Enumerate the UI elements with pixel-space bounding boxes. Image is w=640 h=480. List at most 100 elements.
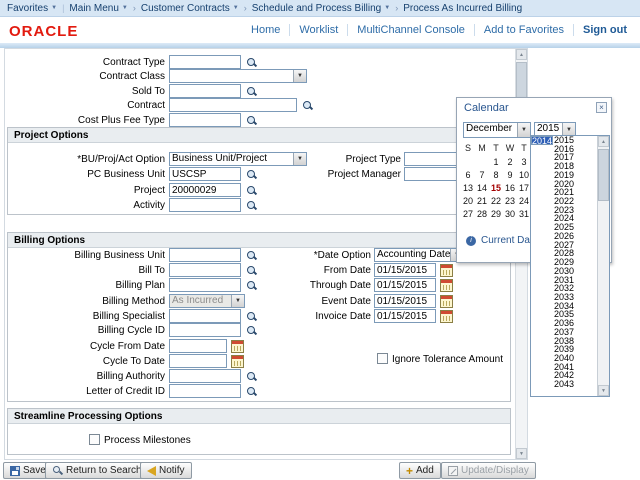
calendar-day-cell[interactable]: 13: [461, 182, 475, 195]
row-project: Project: [5, 183, 515, 198]
year-option[interactable]: 2014: [531, 136, 553, 145]
calendar-day-cell[interactable]: 16: [503, 182, 517, 195]
calendar-day-cell[interactable]: 3: [517, 156, 531, 169]
calendar-day-cell[interactable]: 9: [503, 169, 517, 182]
calendar-day-cell[interactable]: 21: [475, 195, 489, 208]
scrollbar-thumb[interactable]: [598, 149, 609, 201]
calendar-day-cell[interactable]: 30: [503, 208, 517, 221]
contract-class-select[interactable]: ▼: [169, 69, 307, 83]
add-icon: +: [406, 466, 413, 476]
link-multichannel-console[interactable]: MultiChannel Console: [347, 24, 474, 36]
project-lookup-icon[interactable]: [245, 184, 258, 197]
link-worklist[interactable]: Worklist: [289, 24, 347, 36]
cost-plus-fee-type-lookup-icon[interactable]: [245, 114, 258, 127]
cost-plus-fee-type-input[interactable]: [169, 113, 241, 127]
date-option-select[interactable]: Accounting Date ▼: [374, 248, 464, 262]
row-pc-business-unit: PC Business Unit Project Manager: [5, 167, 515, 182]
cycle-to-date-input[interactable]: [169, 354, 227, 368]
close-icon[interactable]: ×: [596, 102, 607, 113]
cycle-from-date-input[interactable]: [169, 339, 227, 353]
through-date-calendar-icon[interactable]: [440, 279, 453, 292]
billing-authority-input[interactable]: [169, 369, 241, 383]
save-icon: [10, 466, 20, 476]
billing-authority-lookup-icon[interactable]: [245, 370, 258, 383]
billing-cycle-id-input[interactable]: [169, 323, 241, 337]
invoice-date-calendar-icon[interactable]: [440, 310, 453, 323]
calendar-day-cell[interactable]: 7: [475, 169, 489, 182]
calendar-day-cell[interactable]: 8: [489, 169, 503, 182]
calendar-day-cell[interactable]: 22: [489, 195, 503, 208]
calendar-title: Calendar: [464, 102, 509, 114]
activity-input[interactable]: [169, 198, 241, 212]
row-process-milestones: Process Milestones: [5, 433, 515, 448]
through-date-input[interactable]: [374, 278, 436, 292]
breadcrumb-schedule-process-billing[interactable]: Schedule and Process Billing ▼: [252, 3, 390, 14]
cycle-to-date-calendar-icon[interactable]: [231, 355, 244, 368]
calendar-day-cell[interactable]: 23: [503, 195, 517, 208]
contract-input[interactable]: [169, 98, 297, 112]
row-cycle-to-date: Cycle To Date: [5, 354, 515, 369]
calendar-day-cell[interactable]: [461, 156, 475, 169]
add-button[interactable]: + Add: [399, 462, 441, 479]
calendar-day-cell[interactable]: 28: [475, 208, 489, 221]
link-add-to-favorites[interactable]: Add to Favorites: [474, 24, 573, 36]
return-to-search-button[interactable]: Return to Search: [45, 462, 149, 479]
letter-of-credit-id-lookup-icon[interactable]: [245, 385, 258, 398]
billing-cycle-id-lookup-icon[interactable]: [245, 324, 258, 337]
breadcrumb-label: Customer Contracts: [141, 3, 230, 14]
calendar-day-cell[interactable]: 24: [517, 195, 531, 208]
scroll-up-button[interactable]: ▲: [598, 136, 609, 147]
sold-to-lookup-icon[interactable]: [245, 85, 258, 98]
breadcrumb-main-menu[interactable]: Main Menu ▼: [69, 3, 127, 14]
letter-of-credit-id-label: Letter of Credit ID: [5, 386, 165, 397]
from-date-input[interactable]: [374, 263, 436, 277]
calendar-day-cell[interactable]: 27: [461, 208, 475, 221]
calendar-day-cell[interactable]: 15: [489, 182, 503, 195]
calendar-footer: i Current Date: [466, 235, 538, 246]
letter-of-credit-id-input[interactable]: [169, 384, 241, 398]
activity-lookup-icon[interactable]: [245, 199, 258, 212]
contract-lookup-icon[interactable]: [301, 99, 314, 112]
project-input[interactable]: [169, 183, 241, 197]
update-display-button[interactable]: Update/Display: [441, 462, 536, 479]
from-date-calendar-icon[interactable]: [440, 264, 453, 277]
contract-type-lookup-icon[interactable]: [245, 56, 258, 69]
calendar-day-cell[interactable]: 17: [517, 182, 531, 195]
calendar-day-cell[interactable]: 10: [517, 169, 531, 182]
process-milestones-checkbox[interactable]: [89, 434, 100, 445]
row-letter-of-credit-id: Letter of Credit ID: [5, 384, 515, 399]
calendar-day-cell[interactable]: 31: [517, 208, 531, 221]
return-to-search-icon: [52, 465, 63, 476]
contract-type-input[interactable]: [169, 55, 241, 69]
pc-business-unit-input[interactable]: [169, 167, 241, 181]
header-links: Home Worklist MultiChannel Console Add t…: [242, 24, 636, 36]
scroll-down-button[interactable]: ▼: [598, 385, 609, 396]
scroll-up-button[interactable]: ▲: [516, 49, 527, 60]
sold-to-label: Sold To: [5, 86, 165, 97]
calendar-day-cell[interactable]: 2: [503, 156, 517, 169]
save-label: Save: [23, 465, 46, 476]
breadcrumb-customer-contracts[interactable]: Customer Contracts ▼: [141, 3, 239, 14]
link-sign-out[interactable]: Sign out: [573, 24, 636, 36]
calendar-day-cell[interactable]: [475, 156, 489, 169]
calendar-day-cell[interactable]: 14: [475, 182, 489, 195]
day-header: T: [517, 143, 531, 153]
scroll-down-button[interactable]: ▼: [516, 448, 527, 459]
year-option[interactable]: 2043: [531, 380, 597, 389]
calendar-day-cell[interactable]: 1: [489, 156, 503, 169]
year-list-scrollbar[interactable]: ▲ ▼: [597, 136, 609, 396]
month-select[interactable]: December ▼: [463, 122, 531, 138]
cycle-to-date-label: Cycle To Date: [5, 356, 165, 367]
link-home[interactable]: Home: [242, 24, 289, 36]
form-area: Project Options Billing Options Streamli…: [5, 49, 515, 459]
info-icon: i: [466, 236, 476, 246]
calendar-day-cell[interactable]: 29: [489, 208, 503, 221]
event-date-calendar-icon[interactable]: [440, 295, 453, 308]
event-date-input[interactable]: [374, 294, 436, 308]
calendar-day-cell[interactable]: 6: [461, 169, 475, 182]
calendar-day-cell[interactable]: 20: [461, 195, 475, 208]
notify-button[interactable]: Notify: [140, 462, 192, 479]
breadcrumb-favorites[interactable]: Favorites ▼: [7, 3, 57, 14]
sold-to-input[interactable]: [169, 84, 241, 98]
invoice-date-input[interactable]: [374, 309, 436, 323]
